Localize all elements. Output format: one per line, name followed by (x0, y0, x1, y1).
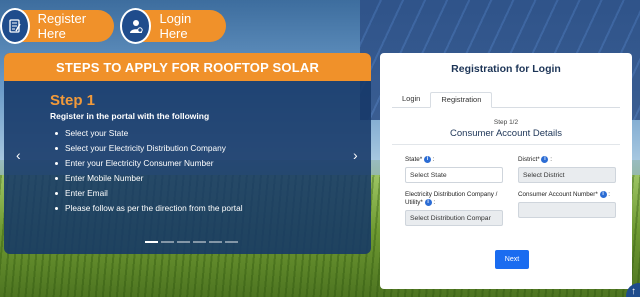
bullet-icon (55, 177, 58, 180)
carousel-header: STEPS TO APPLY FOR ROOFTOP SOLAR (4, 53, 371, 81)
step-title: Step 1 (50, 92, 96, 109)
discom-select[interactable]: Select Distribution Compar (405, 210, 503, 226)
tab-login[interactable]: Login (392, 92, 430, 107)
step-indicator: Step 1/2 (493, 119, 519, 126)
district-select[interactable]: Select District (518, 167, 616, 183)
info-icon[interactable]: i (424, 199, 432, 206)
bullet-icon (55, 132, 58, 135)
discom-label: Electricity Distribution Company / Utili… (405, 191, 498, 207)
login-here-label: Login Here (159, 11, 192, 41)
info-icon[interactable]: i (599, 191, 607, 198)
bullet-icon (55, 162, 58, 165)
login-here-button[interactable]: Login Here (120, 8, 226, 44)
district-label: District* i : (518, 156, 552, 164)
tab-registration[interactable]: Registration (430, 92, 493, 108)
register-here-button[interactable]: Register Here (0, 8, 114, 44)
list-item: Enter Email (55, 186, 243, 201)
carousel-indicator[interactable] (145, 241, 158, 243)
info-icon[interactable]: i (423, 156, 431, 163)
steps-carousel: STEPS TO APPLY FOR ROOFTOP SOLAR Step 1 … (4, 53, 371, 254)
card-title: Registration for Login (451, 63, 561, 75)
step-intro: Register in the portal with the followin… (50, 111, 210, 121)
user-login-icon (120, 8, 152, 44)
next-button[interactable]: Next (495, 250, 529, 269)
state-select[interactable]: Select State (405, 167, 503, 183)
carousel-indicators (145, 241, 238, 243)
consumer-number-label: Consumer Account Number* i : (518, 191, 611, 199)
activate-windows-watermark: Activate Win (548, 283, 587, 290)
registration-card: Registration for Login Login Registratio… (380, 53, 632, 289)
carousel-indicator[interactable] (193, 241, 206, 243)
form-tabs: Login Registration (392, 92, 620, 108)
register-form-icon (0, 8, 30, 44)
info-icon[interactable]: i (541, 156, 549, 163)
register-here-label: Register Here (37, 11, 87, 41)
consumer-number-input[interactable] (518, 202, 616, 218)
carousel-prev-arrow-icon[interactable]: ‹ (16, 147, 21, 163)
bullet-icon (55, 192, 58, 195)
carousel-indicator[interactable] (177, 241, 190, 243)
carousel-indicator[interactable] (209, 241, 222, 243)
carousel-next-arrow-icon[interactable]: › (353, 147, 358, 163)
list-item: Please follow as per the direction from … (55, 201, 243, 216)
divider (392, 144, 620, 145)
bullet-icon (55, 147, 58, 150)
carousel-indicator[interactable] (161, 241, 174, 243)
carousel-indicator[interactable] (225, 241, 238, 243)
bullet-icon (55, 207, 58, 210)
list-item: Enter Mobile Number (55, 171, 243, 186)
step-list: Select your State Select your Electricit… (55, 126, 243, 216)
state-label: State* i : (405, 156, 435, 164)
section-title: Consumer Account Details (450, 128, 562, 139)
list-item: Select your State (55, 126, 243, 141)
list-item: Enter your Electricity Consumer Number (55, 156, 243, 171)
list-item: Select your Electricity Distribution Com… (55, 141, 243, 156)
